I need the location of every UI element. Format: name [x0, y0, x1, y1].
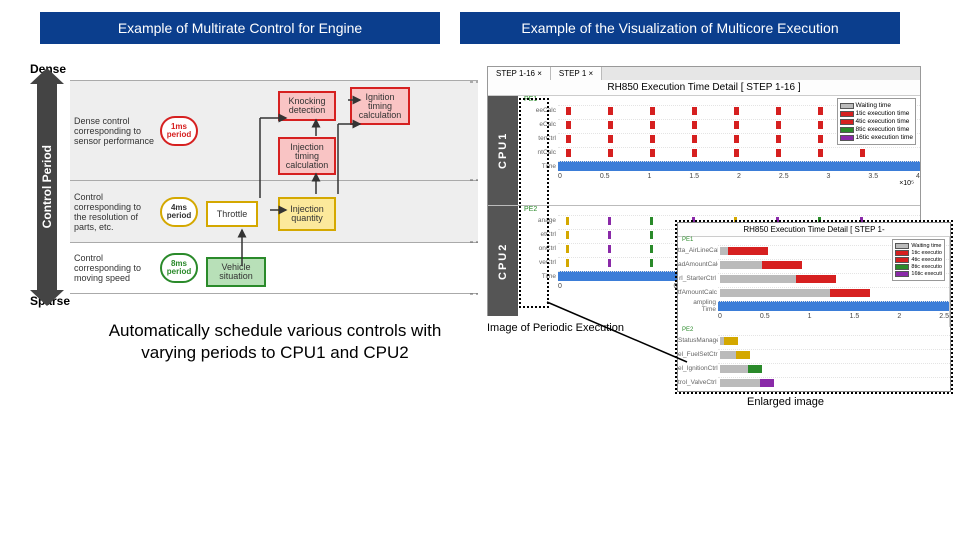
injection-qty-block: Injection quantity: [278, 197, 336, 231]
selection-box: [519, 98, 549, 308]
legend: Waiting time 1tic execution time 4tic ex…: [837, 98, 916, 145]
vehicle-block: Vehicle situation: [206, 257, 266, 287]
knocking-block: Knocking detection: [278, 91, 336, 121]
row2-desc: Control corresponding to the resolution …: [70, 190, 160, 234]
period-1ms: 1ms period: [160, 116, 198, 146]
panel-title: RH850 Execution Time Detail [ STEP 1-16 …: [488, 80, 920, 96]
cpu1-label: CPU1: [488, 96, 518, 205]
header-left: Example of Multirate Control for Engine: [40, 12, 440, 44]
tab-step1-16[interactable]: STEP 1-16 ×: [488, 67, 551, 80]
left-caption: Automatically schedule various controls …: [90, 320, 460, 364]
ignition-block: Ignition timing calculation: [350, 87, 410, 125]
header-right: Example of the Visualization of Multicor…: [460, 12, 900, 44]
row3-desc: Control corresponding to moving speed: [70, 251, 160, 285]
tab-step1[interactable]: STEP 1 ×: [551, 67, 602, 80]
control-period-axis: Control Period: [40, 145, 54, 228]
injection-timing-block: Injection timing calculation: [278, 137, 336, 175]
period-4ms: 4ms period: [160, 197, 198, 227]
caption-periodic: Image of Periodic Execution: [487, 322, 624, 334]
cpu2-label: CPU2: [488, 206, 518, 316]
throttle-block: Throttle: [206, 201, 258, 227]
period-8ms: 8ms period: [160, 253, 198, 283]
enlarged-dotted-border: [675, 220, 953, 394]
caption-enlarged: Enlarged image: [747, 396, 824, 408]
row1-desc: Dense control corresponding to sensor pe…: [70, 114, 160, 148]
